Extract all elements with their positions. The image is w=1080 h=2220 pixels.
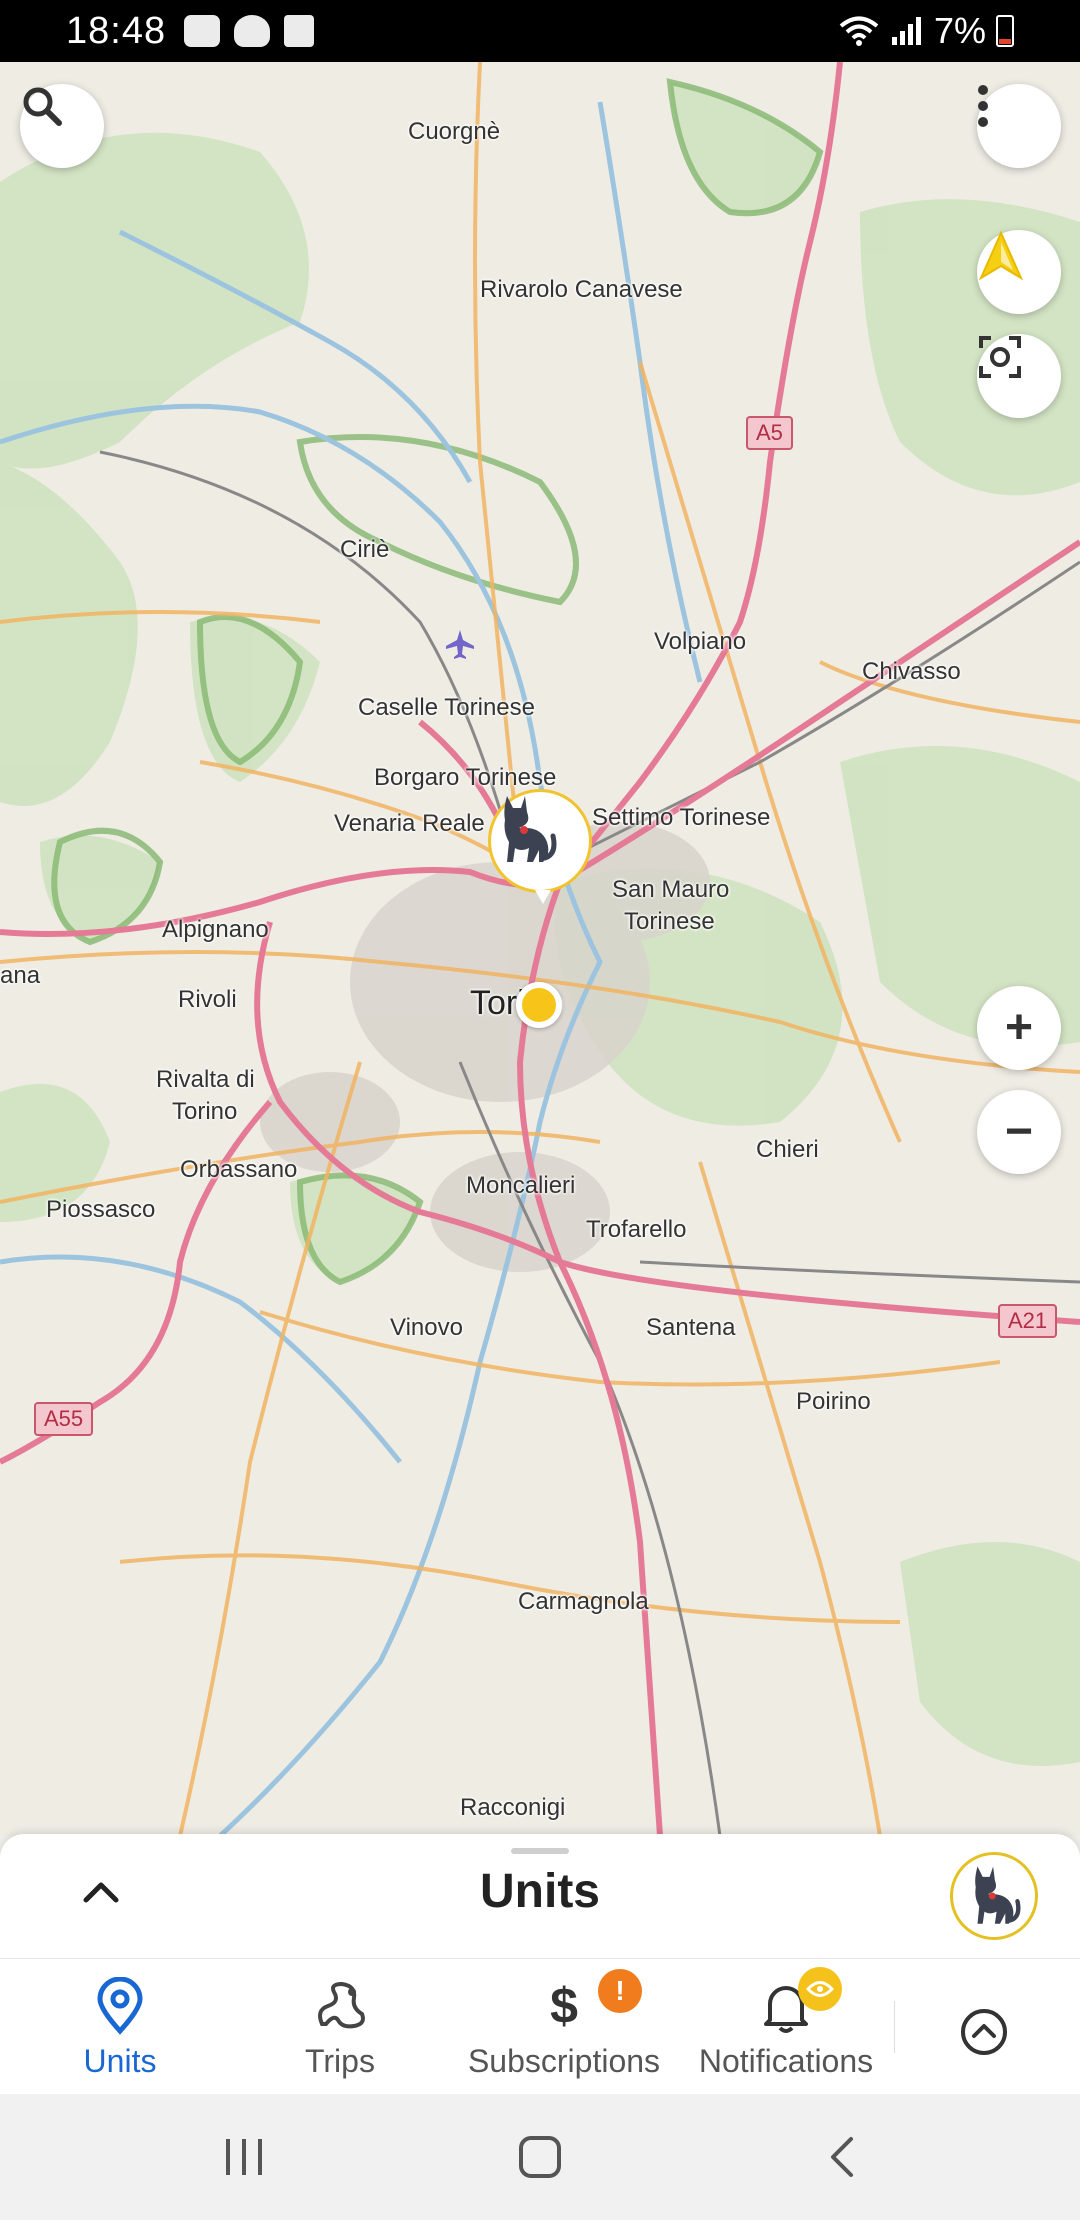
eye-icon bbox=[798, 1967, 842, 2011]
minus-icon: − bbox=[1004, 1105, 1034, 1158]
bell-icon bbox=[760, 1967, 842, 2039]
nav-units[interactable]: Units bbox=[60, 1959, 180, 2095]
place-label: Volpiano bbox=[654, 628, 747, 655]
place-label: Trofarello bbox=[586, 1216, 687, 1243]
cloud-icon bbox=[234, 15, 271, 47]
expand-up-icon[interactable] bbox=[959, 2007, 1009, 2057]
bottom-sheet[interactable]: Units bbox=[0, 1834, 1080, 1958]
place-label: San Mauro bbox=[612, 876, 730, 903]
status-bar: 18:48 7% bbox=[0, 0, 1080, 62]
pet-marker[interactable] bbox=[488, 789, 592, 904]
place-label: Caselle Torinese bbox=[358, 694, 535, 721]
place-label: Rivoli bbox=[178, 986, 237, 1013]
center-map-button[interactable] bbox=[977, 334, 1061, 418]
place-label: Alpignano bbox=[162, 916, 269, 943]
status-time: 18:48 bbox=[66, 9, 167, 52]
place-label: Settimo Torinese bbox=[592, 804, 771, 831]
nav-subscriptions[interactable]: $ ! Subscriptions bbox=[458, 1959, 670, 2095]
battery-icon bbox=[996, 15, 1014, 47]
sim-icon bbox=[284, 15, 315, 47]
nav-notifications[interactable]: Notifications bbox=[686, 1959, 886, 2095]
place-label: Ciriè bbox=[340, 536, 390, 563]
recent-apps-button[interactable] bbox=[214, 2130, 274, 2184]
battery-percent: 7% bbox=[933, 10, 986, 51]
unit-avatar[interactable] bbox=[950, 1852, 1038, 1940]
location-pin-icon bbox=[94, 1973, 146, 2039]
zoom-in-button[interactable]: + bbox=[977, 986, 1061, 1070]
place-label: Torino bbox=[172, 1098, 238, 1125]
place-label: Rivalta di bbox=[156, 1066, 255, 1093]
signal-icon bbox=[891, 17, 921, 45]
cat-icon bbox=[975, 1866, 1021, 1924]
nav-trips[interactable]: Trips bbox=[280, 1959, 400, 2095]
home-button[interactable] bbox=[510, 2130, 570, 2184]
place-label: Carmagnola bbox=[518, 1588, 649, 1615]
recent-apps-icon bbox=[226, 2139, 262, 2175]
place-label: Rivarolo Canavese bbox=[480, 276, 683, 303]
place-label: Torinese bbox=[624, 908, 715, 935]
route-icon bbox=[312, 1973, 368, 2039]
zoom-out-button[interactable]: − bbox=[977, 1090, 1061, 1174]
bottom-navigation: Units Trips $ ! Subscriptions Notificati… bbox=[0, 1958, 1080, 2094]
sheet-title: Units bbox=[480, 1865, 600, 1918]
wifi-icon bbox=[839, 16, 879, 46]
highway-shield: A21 bbox=[998, 1304, 1058, 1338]
app-notification-icon bbox=[184, 15, 221, 47]
place-label: ana bbox=[0, 962, 41, 989]
place-label: Piossasco bbox=[46, 1196, 156, 1223]
map-view[interactable]: Cuorgnè Rivarolo Canavese Ciriè Volpiano… bbox=[0, 62, 1080, 1836]
nav-trips-label: Trips bbox=[305, 2043, 375, 2079]
navigate-button[interactable] bbox=[977, 230, 1061, 314]
cat-icon bbox=[504, 796, 557, 862]
place-label: Chivasso bbox=[862, 658, 961, 685]
search-icon bbox=[23, 87, 62, 126]
center-focus-icon bbox=[979, 336, 1021, 378]
place-label: Cuorgnè bbox=[408, 118, 501, 145]
home-icon bbox=[519, 2136, 561, 2178]
place-label: Moncalieri bbox=[466, 1172, 576, 1199]
place-label: Poirino bbox=[796, 1388, 871, 1415]
place-label: Chieri bbox=[756, 1136, 819, 1163]
system-navigation-bar bbox=[0, 2094, 1080, 2220]
place-label: Orbassano bbox=[180, 1156, 298, 1183]
place-label: Borgaro Torinese bbox=[374, 764, 557, 791]
back-button[interactable] bbox=[812, 2130, 872, 2184]
sheet-handle[interactable] bbox=[511, 1848, 569, 1854]
search-button[interactable] bbox=[20, 84, 104, 168]
highway-shield: A55 bbox=[34, 1402, 94, 1436]
notification-icons bbox=[184, 15, 315, 47]
status-right: 7% bbox=[838, 10, 1014, 52]
subscriptions-alert-badge: ! bbox=[598, 1969, 643, 2013]
nav-subscriptions-label: Subscriptions bbox=[467, 2043, 661, 2079]
nav-units-label: Units bbox=[83, 2043, 157, 2079]
navigation-arrow-icon bbox=[978, 230, 1024, 281]
dollar-icon: $ ! bbox=[550, 1969, 643, 2039]
plus-icon: + bbox=[1004, 1001, 1034, 1054]
place-label: Racconigi bbox=[460, 1794, 566, 1821]
nav-notifications-label: Notifications bbox=[698, 2043, 874, 2079]
more-vert-icon bbox=[978, 85, 988, 127]
place-label: Santena bbox=[646, 1314, 736, 1341]
nav-divider bbox=[894, 2001, 895, 2053]
place-label: Venaria Reale bbox=[334, 810, 485, 837]
place-label: Vinovo bbox=[390, 1314, 463, 1341]
current-position-dot bbox=[516, 982, 562, 1028]
back-icon bbox=[831, 2137, 853, 2177]
map-background bbox=[0, 62, 1080, 1836]
highway-shield: A5 bbox=[746, 416, 793, 450]
more-options-button[interactable] bbox=[977, 84, 1061, 168]
